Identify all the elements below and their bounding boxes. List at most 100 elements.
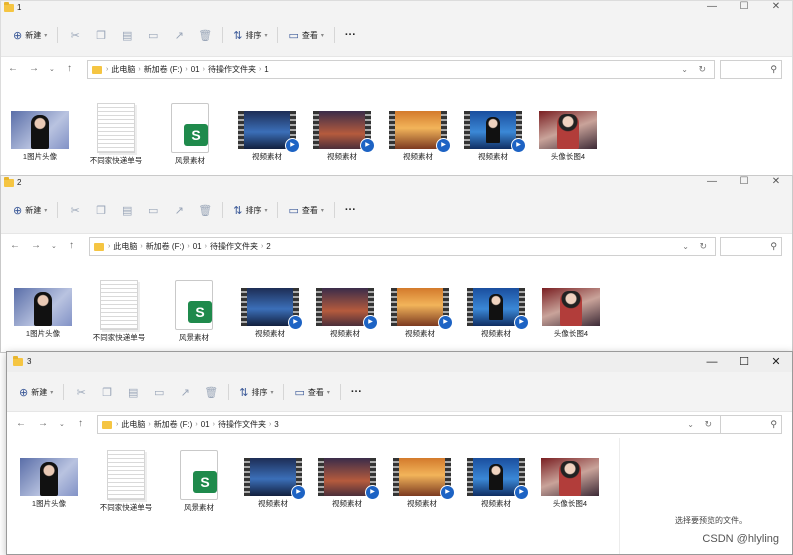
forward-arrow-icon[interactable]: → — [31, 240, 41, 251]
file-item[interactable]: 头像长图4 — [531, 111, 605, 162]
file-item[interactable]: 头像长图4 — [533, 458, 607, 509]
file-item[interactable]: 1图片头像 — [6, 288, 80, 339]
breadcrumb-item[interactable]: 待操作文件夹 — [210, 241, 258, 252]
up-arrow-icon[interactable]: ↑ — [67, 63, 72, 74]
file-item[interactable]: S 风景素材 — [162, 450, 236, 513]
breadcrumb-current[interactable]: 1 — [264, 65, 268, 74]
paste-icon[interactable]: ▤ — [120, 204, 134, 217]
chevron-down-icon[interactable]: ⌄ — [681, 65, 688, 74]
rename-icon[interactable]: ▭ — [146, 29, 160, 42]
back-arrow-icon[interactable]: ← — [16, 418, 26, 429]
more-button[interactable]: ··· — [345, 381, 368, 403]
share-icon[interactable]: ↗ — [178, 386, 192, 399]
file-item[interactable]: ▶ 视频素材 — [459, 458, 533, 509]
file-item[interactable]: 不同家快递单号 — [89, 450, 163, 513]
up-arrow-icon[interactable]: ↑ — [78, 418, 83, 429]
file-item[interactable]: ▶ 视频素材 — [236, 458, 310, 509]
cut-icon[interactable]: ✂ — [68, 29, 82, 42]
new-button[interactable]: ⊕ 新建 ▾ — [13, 381, 59, 403]
rename-icon[interactable]: ▭ — [152, 386, 166, 399]
file-item[interactable]: ▶ 视频素材 — [233, 288, 307, 339]
file-item[interactable]: 不同家快递单号 — [79, 103, 153, 166]
refresh-icon[interactable]: ↻ — [704, 419, 712, 430]
copy-icon[interactable]: ❐ — [94, 204, 108, 217]
maximize-button[interactable]: ☐ — [728, 176, 760, 190]
maximize-button[interactable]: ☐ — [728, 1, 760, 15]
paste-icon[interactable]: ▤ — [120, 29, 134, 42]
paste-icon[interactable]: ▤ — [126, 386, 140, 399]
breadcrumb-item[interactable]: 01 — [191, 65, 200, 74]
file-item[interactable]: 头像长图4 — [534, 288, 608, 339]
refresh-icon[interactable]: ↻ — [699, 241, 707, 252]
refresh-icon[interactable]: ↻ — [698, 64, 706, 75]
breadcrumb-item[interactable]: 新加卷 (F:) — [154, 419, 193, 430]
new-button[interactable]: ⊕ 新建 ▾ — [7, 199, 53, 221]
file-item[interactable]: ▶ 视频素材 — [310, 458, 384, 509]
copy-icon[interactable]: ❐ — [94, 29, 108, 42]
file-item[interactable]: 1图片头像 — [12, 458, 86, 509]
chevron-down-icon[interactable]: ⌄ — [687, 420, 694, 429]
breadcrumb-item[interactable]: 此电脑 — [111, 64, 135, 75]
sort-button[interactable]: ⇅ 排序 ▾ — [233, 381, 279, 403]
more-button[interactable]: ··· — [339, 24, 362, 46]
search-input[interactable]: ⚲ — [720, 237, 782, 256]
recent-chevron-icon[interactable]: ⌄ — [51, 242, 57, 250]
breadcrumb-current[interactable]: 3 — [274, 420, 278, 429]
view-button[interactable]: ▭ 查看 ▾ — [282, 199, 329, 221]
file-item[interactable]: 1图片头像 — [3, 111, 77, 162]
minimize-button[interactable]: — — [696, 176, 728, 190]
recent-chevron-icon[interactable]: ⌄ — [59, 420, 65, 428]
file-item[interactable]: S 风景素材 — [157, 280, 231, 343]
more-button[interactable]: ··· — [339, 199, 362, 221]
view-button[interactable]: ▭ 查看 ▾ — [282, 24, 329, 46]
breadcrumb-item[interactable]: 待操作文件夹 — [218, 419, 266, 430]
back-arrow-icon[interactable]: ← — [10, 240, 20, 251]
copy-icon[interactable]: ❐ — [100, 386, 114, 399]
sort-button[interactable]: ⇅ 排序 ▾ — [227, 24, 273, 46]
file-item[interactable]: ▶ 视频素材 — [381, 111, 455, 162]
delete-icon[interactable]: 🗑 — [204, 386, 218, 399]
breadcrumb-item[interactable]: 01 — [193, 242, 202, 251]
title-bar[interactable]: 1 — ☐ ✕ — [1, 1, 792, 15]
breadcrumb-item[interactable]: 此电脑 — [113, 241, 137, 252]
breadcrumb-current[interactable]: 2 — [266, 242, 270, 251]
file-item[interactable]: ▶ 视频素材 — [308, 288, 382, 339]
sort-button[interactable]: ⇅ 排序 ▾ — [227, 199, 273, 221]
new-button[interactable]: ⊕ 新建 ▾ — [7, 24, 53, 46]
file-item[interactable]: ▶ 视频素材 — [230, 111, 304, 162]
minimize-button[interactable]: — — [696, 352, 728, 372]
title-bar[interactable]: 2 — ☐ ✕ — [1, 176, 792, 190]
search-input[interactable]: ⚲ — [720, 60, 782, 79]
file-item[interactable]: ▶ 视频素材 — [385, 458, 459, 509]
file-item[interactable]: ▶ 视频素材 — [383, 288, 457, 339]
maximize-button[interactable]: ☐ — [728, 352, 760, 372]
cut-icon[interactable]: ✂ — [68, 204, 82, 217]
breadcrumb-item[interactable]: 待操作文件夹 — [208, 64, 256, 75]
minimize-button[interactable]: — — [696, 1, 728, 15]
delete-icon[interactable]: 🗑 — [198, 29, 212, 42]
title-bar[interactable]: 3 — ☐ ✕ — [7, 352, 792, 372]
file-item[interactable]: ▶ 视频素材 — [459, 288, 533, 339]
search-input[interactable]: ⚲ — [720, 415, 782, 434]
address-bar[interactable]: › 此电脑 › 新加卷 (F:) › 01 › 待操作文件夹 › 2 ⌄ ↻ — [89, 237, 716, 256]
recent-chevron-icon[interactable]: ⌄ — [49, 65, 55, 73]
back-arrow-icon[interactable]: ← — [8, 63, 18, 74]
breadcrumb-item[interactable]: 此电脑 — [121, 419, 145, 430]
view-button[interactable]: ▭ 查看 ▾ — [288, 381, 335, 403]
close-button[interactable]: ✕ — [760, 352, 792, 372]
breadcrumb-item[interactable]: 新加卷 (F:) — [144, 64, 183, 75]
address-bar[interactable]: › 此电脑 › 新加卷 (F:) › 01 › 待操作文件夹 › 3 ⌄ ↻ — [97, 415, 721, 434]
rename-icon[interactable]: ▭ — [146, 204, 160, 217]
up-arrow-icon[interactable]: ↑ — [69, 240, 74, 251]
cut-icon[interactable]: ✂ — [74, 386, 88, 399]
share-icon[interactable]: ↗ — [172, 204, 186, 217]
file-item[interactable]: S 风景素材 — [153, 103, 227, 166]
file-item[interactable]: ▶ 视频素材 — [456, 111, 530, 162]
file-item[interactable]: 不同家快递单号 — [82, 280, 156, 343]
breadcrumb-item[interactable]: 01 — [201, 420, 210, 429]
forward-arrow-icon[interactable]: → — [38, 418, 48, 429]
chevron-down-icon[interactable]: ⌄ — [682, 242, 689, 251]
file-item[interactable]: ▶ 视频素材 — [305, 111, 379, 162]
share-icon[interactable]: ↗ — [172, 29, 186, 42]
forward-arrow-icon[interactable]: → — [29, 63, 39, 74]
